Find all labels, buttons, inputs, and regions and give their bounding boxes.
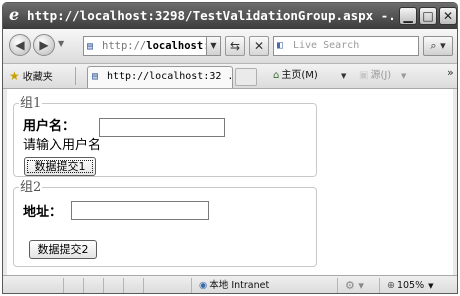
rss-feed-icon: ▣ [359,70,369,81]
title-bar: e http://localhost:3298/TestValidationGr… [3,3,457,29]
search-input[interactable]: ◧ Live Search [273,36,419,56]
chevron-down-icon: ▼ [210,41,217,50]
security-zone[interactable]: ◉ 本地 Intranet [199,278,269,293]
maximize-button[interactable]: □ [419,7,437,25]
group1-legend: 组1 [20,96,42,111]
username-hint: 请输入用户名 [23,138,102,153]
toolbar-overflow-button[interactable]: » [447,66,454,79]
address-prefix: http:// [102,40,147,52]
home-dropdown-icon[interactable]: ▼ [341,72,346,80]
search-engine-icon: ◧ [277,40,284,51]
zone-label: 本地 Intranet [209,280,270,291]
magnifier-icon: ⊕ [387,280,395,291]
page-content: 组1 用户名： 请输入用户名 数据提交1 组2 地址： 数据提交2 [7,89,453,275]
home-label: 主页(M) [281,70,318,81]
tab-current-page[interactable]: ▤ http://localhost:32 ... [87,66,233,88]
back-button[interactable]: ◀ [9,34,31,56]
home-button[interactable]: ⌂ 主页(M) [273,68,318,84]
protected-mode-icon[interactable]: ⚙ ▾ [345,278,364,293]
address-label: 地址： [23,205,63,220]
stop-icon: ✕ [253,39,265,53]
window-title: http://localhost:3298/TestValidationGrou… [27,8,395,23]
home-icon: ⌂ [273,70,280,81]
close-button[interactable]: ✕ [439,7,457,25]
status-divider [379,278,380,293]
username-label: 用户名： [23,119,76,134]
status-divider [63,278,64,293]
search-button[interactable]: ⌕ ▾ [423,36,453,56]
group2-legend: 组2 [20,180,42,195]
address-input[interactable] [71,201,209,220]
address-bar[interactable]: ▤http://localhost:3 [83,36,207,56]
tab-page-icon: ▤ [92,71,99,82]
status-divider [83,278,84,293]
tab-title: http://localhost:32 ... [107,71,233,82]
status-divider [123,278,124,293]
status-divider [337,278,338,293]
zoom-control[interactable]: ⊕ 105% ▼ [387,278,434,293]
status-divider [143,278,144,293]
forward-arrow-icon: ▶ [39,38,49,52]
browser-window: e http://localhost:3298/TestValidationGr… [2,2,458,294]
stop-button[interactable]: ✕ [249,36,269,56]
history-dropdown-icon[interactable]: ▼ [58,39,64,48]
feeds-label: 源(J) [370,70,392,81]
username-input[interactable] [99,118,225,137]
search-placeholder: Live Search [293,40,360,51]
refresh-button[interactable]: ⇆ [225,36,245,56]
back-arrow-icon: ◀ [15,38,25,52]
page-icon: ▤ [87,41,94,52]
refresh-icon: ⇆ [229,39,241,53]
forward-button[interactable]: ▶ [33,34,55,56]
favorites-star-icon: ★ [9,69,20,83]
address-dropdown-button[interactable]: ▼ [207,36,221,56]
new-tab-button[interactable] [235,68,257,86]
submit-button-1[interactable]: 数据提交1 [24,157,96,176]
ie-logo-icon: e [9,5,20,24]
minimize-button[interactable]: ▁ [399,7,417,25]
favorites-label: 收藏夹 [22,72,53,83]
status-divider [103,278,104,293]
feeds-button[interactable]: ▣ 源(J) [359,68,391,84]
status-bar: ◉ 本地 Intranet ⚙ ▾ ⊕ 105% ▼ [3,275,457,293]
favorites-button[interactable]: ★ 收藏夹 [9,68,53,86]
address-toolbar: ◀ ▶ ▼ ▤http://localhost:3 ▼ ⇆ ✕ ◧Live Se… [3,29,457,64]
zoom-dropdown-icon: ▼ [428,282,434,290]
favorites-tab-bar: ★ 收藏夹 ▤ http://localhost:32 ... ⌂ 主页(M) ▼ ▣… [3,64,457,89]
status-divider [191,278,192,293]
toolbar-divider [75,67,76,85]
globe-icon: ◉ [199,280,208,291]
submit-button-2[interactable]: 数据提交2 [29,240,97,259]
zoom-level: 105% [396,280,425,291]
address-host: localhost [146,40,204,52]
feeds-dropdown-icon[interactable]: ▼ [401,72,406,80]
